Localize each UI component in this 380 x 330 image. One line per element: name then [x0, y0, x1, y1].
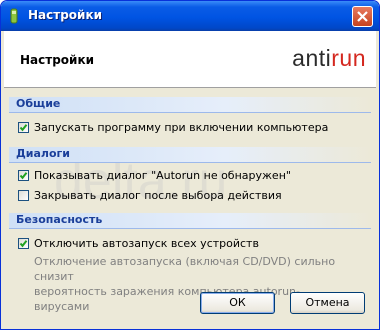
section-general: Общие: [9, 97, 371, 113]
app-icon: [10, 8, 18, 24]
checkbox-autostart[interactable]: Запускать программу при включении компью…: [18, 121, 328, 134]
checkbox-show-dialog[interactable]: Показывать диалог "Autorun не обнаружен": [18, 169, 291, 182]
checkbox[interactable]: [18, 238, 29, 249]
close-icon: [357, 11, 368, 22]
title-bar[interactable]: Настройки: [1, 1, 379, 31]
checkbox-label: Закрывать диалог после выбора действия: [34, 189, 282, 202]
section-dialogs: Диалоги: [9, 147, 371, 163]
checkbox-label: Запускать программу при включении компью…: [34, 121, 329, 134]
checkmark-icon: [19, 240, 28, 248]
cancel-button[interactable]: Отмена: [290, 292, 365, 314]
checkbox-label: Отключить автозапуск всех устройств: [34, 237, 259, 250]
antirun-logo: antirun: [292, 45, 366, 71]
section-title: Диалоги: [16, 147, 70, 160]
header-title: Настройки: [20, 53, 95, 67]
checkbox[interactable]: [18, 190, 29, 201]
checkbox-label: Показывать диалог "Autorun не обнаружен": [34, 169, 291, 182]
checkbox[interactable]: [18, 170, 29, 181]
close-button[interactable]: [352, 6, 373, 27]
checkbox-close-dialog[interactable]: Закрывать диалог после выбора действия: [18, 189, 282, 202]
ok-button[interactable]: ОК: [200, 292, 275, 314]
settings-window: Настройки Настройки antirun delta.ru Общ…: [0, 0, 380, 330]
checkmark-icon: [19, 124, 28, 132]
checkbox[interactable]: [18, 122, 29, 133]
checkbox-disable-autorun[interactable]: Отключить автозапуск всех устройств: [18, 237, 259, 250]
section-title: Безопасность: [16, 213, 103, 226]
section-title: Общие: [16, 97, 61, 110]
section-security: Безопасность: [9, 213, 371, 229]
window-title: Настройки: [28, 8, 103, 22]
checkmark-icon: [19, 172, 28, 180]
dialog-body: Настройки antirun delta.ru Общие Запуска…: [4, 31, 376, 328]
note-line: Отключение автозапуска (включая CD/DVD) …: [34, 255, 336, 283]
dialog-header: Настройки antirun: [4, 31, 376, 88]
